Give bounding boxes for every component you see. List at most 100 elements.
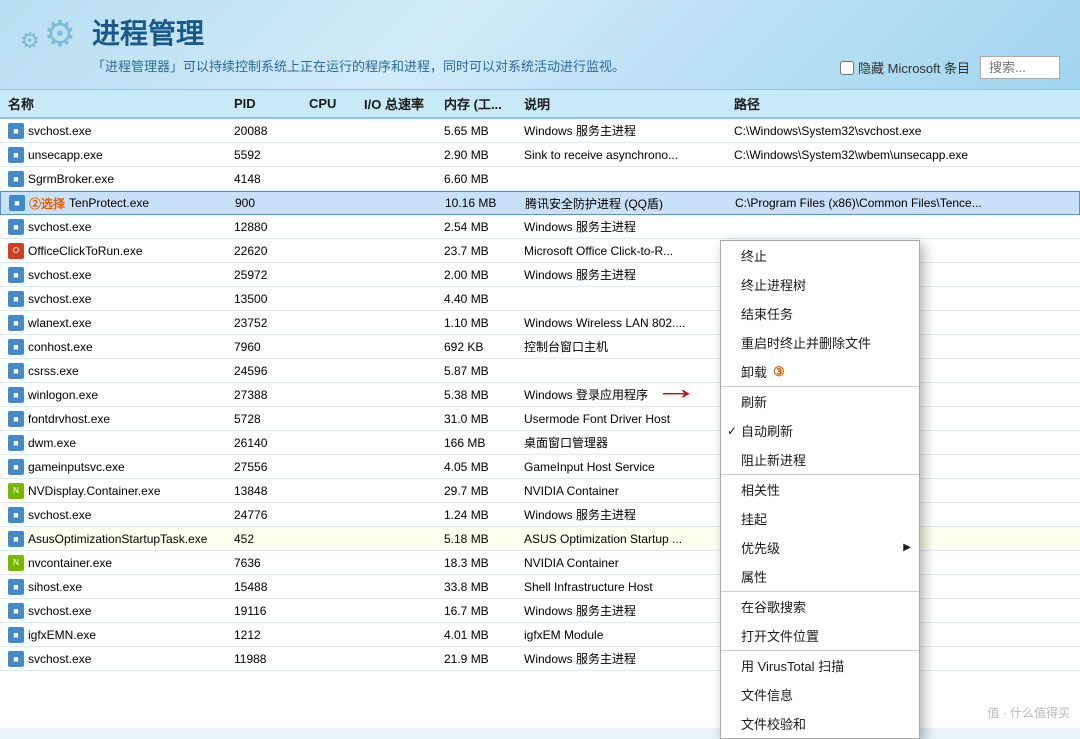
annotation-select: ②选择 — [29, 195, 65, 212]
context-menu-item[interactable]: 打开文件位置 — [721, 621, 919, 650]
ctx-label: 在谷歌搜索 — [741, 597, 806, 616]
ctx-label: 重启时终止并删除文件 — [741, 333, 871, 352]
col-header-path[interactable]: 路径 — [730, 94, 1080, 113]
process-icon: ■ — [8, 267, 24, 283]
process-name: conhost.exe — [28, 340, 93, 354]
column-headers: 名称 PID CPU I/O 总速率 内存 (工... 说明 路径 — [0, 90, 1080, 119]
process-name: igfxEMN.exe — [28, 628, 96, 642]
context-menu-item[interactable]: 阻止新进程 — [721, 445, 919, 474]
cell-mem: 23.7 MB — [440, 244, 520, 258]
header-text: 进程管理 「进程管理器」可以持续控制系统上正在运行的程序和进程，同时可以对系统活… — [92, 12, 824, 75]
process-icon: N — [8, 555, 24, 571]
context-menu-item[interactable]: 属性 — [721, 562, 919, 591]
process-name: unsecapp.exe — [28, 148, 103, 162]
col-header-mem[interactable]: 内存 (工... — [440, 94, 520, 113]
hide-ms-label[interactable]: 隐藏 Microsoft 条目 — [840, 58, 970, 77]
process-name: AsusOptimizationStartupTask.exe — [28, 532, 207, 546]
process-name: svchost.exe — [28, 604, 91, 618]
cell-mem: 5.18 MB — [440, 532, 520, 546]
cell-desc: 桌面窗口管理器 — [520, 434, 730, 451]
process-icon: ■ — [8, 171, 24, 187]
cell-desc: Windows 服务主进程 — [520, 218, 730, 235]
cell-name: ■ svchost.exe — [0, 603, 230, 619]
cell-name: ■ csrss.exe — [0, 363, 230, 379]
cell-pid: 12880 — [230, 220, 305, 234]
cell-pid: 5728 — [230, 412, 305, 426]
table-row[interactable]: ■ svchost.exe 20088 5.65 MB Windows 服务主进… — [0, 119, 1080, 143]
context-menu-item[interactable]: 文件信息 — [721, 680, 919, 709]
process-name: winlogon.exe — [28, 388, 98, 402]
cell-desc: GameInput Host Service — [520, 460, 730, 474]
table-row[interactable]: ■ svchost.exe 12880 2.54 MB Windows 服务主进… — [0, 215, 1080, 239]
context-menu-item[interactable]: 终止进程树 — [721, 270, 919, 299]
process-icon: ■ — [8, 123, 24, 139]
cell-name: ■ wlanext.exe — [0, 315, 230, 331]
cell-pid: 15488 — [230, 580, 305, 594]
cell-desc: Windows Wireless LAN 802.... — [520, 316, 730, 330]
ctx-label: 卸载 — [741, 362, 767, 381]
process-name: OfficeClickToRun.exe — [28, 244, 143, 258]
cell-mem: 31.0 MB — [440, 412, 520, 426]
cell-name: ■ gameinputsvc.exe — [0, 459, 230, 475]
process-name: dwm.exe — [28, 436, 76, 450]
cell-name: ■ svchost.exe — [0, 291, 230, 307]
cell-mem: 4.01 MB — [440, 628, 520, 642]
process-icon: O — [8, 243, 24, 259]
context-menu-item[interactable]: 相关性 — [721, 474, 919, 504]
context-menu-item[interactable]: 终止 — [721, 241, 919, 270]
cell-pid: 19116 — [230, 604, 305, 618]
cell-desc: Windows 服务主进程 — [520, 266, 730, 283]
cell-name: ■ sihost.exe — [0, 579, 230, 595]
col-header-io[interactable]: I/O 总速率 — [360, 94, 440, 113]
process-icon: ■ — [8, 507, 24, 523]
context-menu-item[interactable]: 挂起 — [721, 504, 919, 533]
process-icon: ■ — [8, 651, 24, 667]
context-menu[interactable]: 终止终止进程树结束任务重启时终止并删除文件卸载 ③刷新自动刷新阻止新进程相关性挂… — [720, 240, 920, 739]
process-name: SgrmBroker.exe — [28, 172, 114, 186]
context-menu-item[interactable]: 文件校验和 — [721, 709, 919, 738]
context-menu-item[interactable]: 在谷歌搜索 — [721, 591, 919, 621]
table-row[interactable]: ■ unsecapp.exe 5592 2.90 MB Sink to rece… — [0, 143, 1080, 167]
cell-pid: 13500 — [230, 292, 305, 306]
cell-mem: 5.87 MB — [440, 364, 520, 378]
cell-name: ■ ②选择 TenProtect.exe — [1, 195, 231, 212]
ctx-label: 终止 — [741, 246, 767, 265]
table-row[interactable]: ■ SgrmBroker.exe 4148 6.60 MB — [0, 167, 1080, 191]
process-icon: ■ — [8, 411, 24, 427]
ctx-label: 优先级 — [741, 538, 780, 557]
process-icon: ■ — [8, 435, 24, 451]
cell-pid: 7960 — [230, 340, 305, 354]
col-header-desc[interactable]: 说明 — [520, 94, 730, 113]
process-icon: N — [8, 483, 24, 499]
context-menu-item[interactable]: 重启时终止并删除文件 — [721, 328, 919, 357]
search-input[interactable] — [980, 56, 1060, 79]
cell-mem: 1.24 MB — [440, 508, 520, 522]
cell-name: ■ svchost.exe — [0, 123, 230, 139]
cell-name: ■ dwm.exe — [0, 435, 230, 451]
process-name: wlanext.exe — [28, 316, 91, 330]
context-menu-item[interactable]: 优先级 — [721, 533, 919, 562]
context-menu-item[interactable]: 刷新 — [721, 386, 919, 416]
ctx-label: 阻止新进程 — [741, 450, 806, 469]
context-menu-item[interactable]: 卸载 ③ — [721, 357, 919, 386]
process-name: svchost.exe — [28, 508, 91, 522]
cell-desc: 腾讯安全防护进程 (QQ盾) — [521, 195, 731, 212]
context-menu-item[interactable]: 结束任务 — [721, 299, 919, 328]
process-name: svchost.exe — [28, 268, 91, 282]
col-header-pid[interactable]: PID — [230, 96, 305, 111]
cell-name: ■ svchost.exe — [0, 651, 230, 667]
cell-name: ■ fontdrvhost.exe — [0, 411, 230, 427]
cell-path: C:\Windows\System32\wbem\unsecapp.exe — [730, 148, 1080, 162]
context-menu-item[interactable]: 用 VirusTotal 扫描 — [721, 650, 919, 680]
page-title: 进程管理 — [92, 12, 824, 52]
col-header-name[interactable]: 名称 — [0, 94, 230, 113]
cell-desc: Microsoft Office Click-to-R... — [520, 244, 730, 258]
table-row[interactable]: ■ ②选择 TenProtect.exe 900 10.16 MB 腾讯安全防护… — [0, 191, 1080, 215]
cell-path: C:\Program Files (x86)\Common Files\Tenc… — [731, 196, 1079, 210]
context-menu-item[interactable]: 自动刷新 — [721, 416, 919, 445]
cell-mem: 21.9 MB — [440, 652, 520, 666]
hide-ms-checkbox[interactable] — [840, 61, 854, 75]
cell-desc: Windows 服务主进程 — [520, 122, 730, 139]
process-name: svchost.exe — [28, 220, 91, 234]
col-header-cpu[interactable]: CPU — [305, 96, 360, 111]
